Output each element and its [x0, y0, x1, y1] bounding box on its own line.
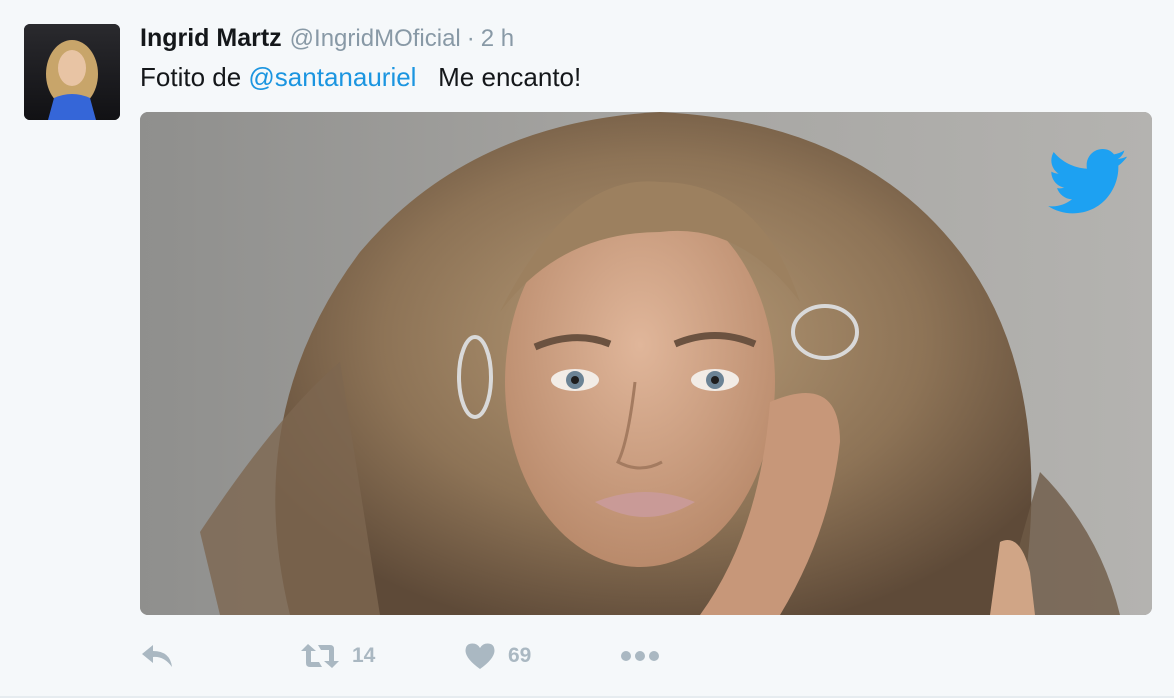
avatar-photo — [24, 24, 120, 120]
like-count: 69 — [508, 644, 532, 667]
retweet-button[interactable]: 14 — [300, 643, 464, 669]
tweet-text-prefix: Fotito de — [140, 62, 249, 92]
author-name[interactable]: Ingrid Martz — [140, 18, 282, 58]
reply-icon — [142, 645, 172, 667]
twitter-bird-icon — [1048, 149, 1127, 214]
avatar[interactable] — [24, 24, 120, 120]
more-button[interactable] — [620, 650, 660, 662]
media-photo — [140, 112, 1152, 615]
tweet-content: Ingrid Martz @IngridMOficial · 2 h Fotit… — [140, 18, 1154, 94]
more-dots-icon — [621, 651, 659, 661]
author-handle[interactable]: @IngridMOficial — [290, 19, 461, 59]
tweet-text-suffix: Me encanto! — [416, 62, 582, 92]
mention-link[interactable]: @santanauriel — [248, 62, 416, 92]
tweet-media-image[interactable] — [140, 112, 1152, 615]
retweet-icon — [301, 644, 339, 668]
tweet-actions: 14 69 — [140, 636, 660, 676]
tweet: Ingrid Martz @IngridMOficial · 2 h Fotit… — [0, 0, 1174, 698]
tweet-timestamp[interactable]: 2 h — [481, 19, 514, 59]
heart-icon — [465, 643, 495, 669]
retweet-count: 14 — [352, 644, 376, 667]
tweet-header: Ingrid Martz @IngridMOficial · 2 h — [140, 18, 1154, 58]
meta-separator: · — [466, 25, 475, 52]
tweet-text: Fotito de @santanauriel Me encanto! — [140, 60, 1154, 94]
reply-button[interactable] — [140, 643, 300, 669]
like-button[interactable]: 69 — [464, 642, 620, 670]
